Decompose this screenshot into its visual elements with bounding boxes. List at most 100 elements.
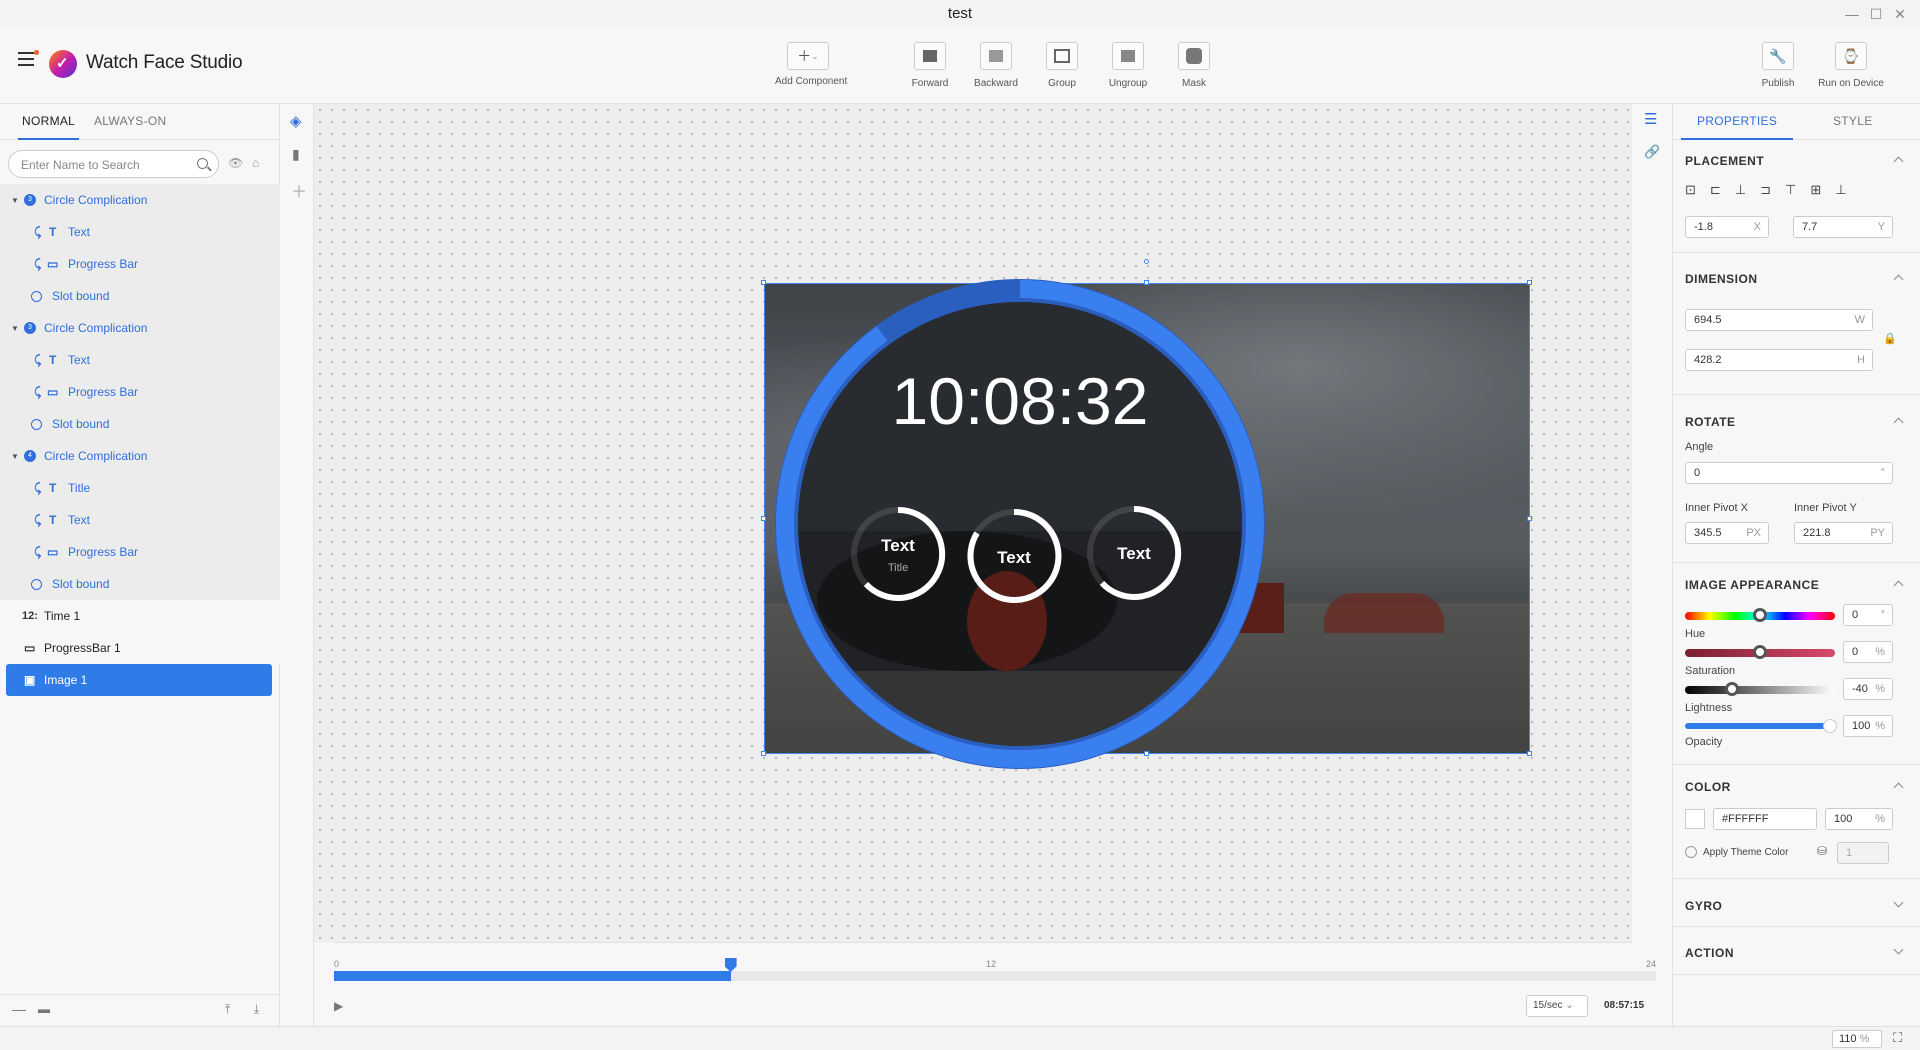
- hue-slider[interactable]: [1685, 608, 1835, 622]
- tab-normal[interactable]: NORMAL: [17, 114, 80, 140]
- chevron-up-icon[interactable]: [1893, 417, 1904, 428]
- minus-icon[interactable]: —: [12, 1001, 26, 1017]
- add-icon[interactable]: ＋: [291, 178, 307, 202]
- fit-screen-icon[interactable]: ⛶: [1893, 1030, 1902, 1046]
- resize-handle[interactable]: [761, 516, 766, 521]
- resize-handle[interactable]: [1527, 516, 1532, 521]
- action-heading[interactable]: ACTION: [1685, 946, 1734, 960]
- chevron-up-icon[interactable]: [1893, 580, 1904, 591]
- move-down-icon[interactable]: ⤓: [254, 1002, 259, 1017]
- layer-circle-complication-2[interactable]: ▼ 3 Circle Complication: [0, 312, 280, 344]
- paint-bucket-icon[interactable]: ⛁: [1817, 844, 1827, 858]
- layer-progress-bar[interactable]: ⤹ ▭ Progress Bar: [0, 536, 280, 568]
- lightness-slider[interactable]: [1685, 682, 1835, 696]
- lightness-input[interactable]: -40%: [1843, 678, 1893, 700]
- collapse-icon[interactable]: ▼: [11, 196, 19, 205]
- layer-search-input[interactable]: Enter Name to Search: [8, 150, 219, 178]
- add-component-button[interactable]: ＋ ⌄ Add Component: [775, 42, 847, 87]
- layers-icon[interactable]: ◈: [290, 112, 302, 130]
- hue-knob[interactable]: [1753, 608, 1767, 622]
- resize-handle[interactable]: [1527, 751, 1532, 756]
- chevron-down-icon[interactable]: [1893, 897, 1904, 908]
- layer-circle-complication-3[interactable]: ▼ 4 Circle Complication: [0, 440, 280, 472]
- layer-image[interactable]: ▣ Image 1: [6, 664, 272, 696]
- opacity-knob[interactable]: [1823, 719, 1837, 733]
- move-up-icon[interactable]: ⤒: [225, 1002, 230, 1017]
- timeline-playhead[interactable]: [724, 958, 737, 972]
- main-toolbar: Watch Face Studio ＋ ⌄ Add Component Forw…: [0, 28, 1920, 104]
- height-input[interactable]: 428.2 H: [1685, 349, 1873, 371]
- layer-progressbar[interactable]: ▭ ProgressBar 1: [0, 632, 280, 664]
- angle-input[interactable]: 0 °: [1685, 462, 1893, 484]
- saturation-input[interactable]: 0%: [1843, 641, 1893, 663]
- layer-slot-bound[interactable]: Slot bound: [0, 408, 280, 440]
- plus-icon: ＋ ⌄: [787, 42, 829, 70]
- color-alpha-input[interactable]: 100%: [1825, 808, 1893, 830]
- opacity-input[interactable]: 100%: [1843, 715, 1893, 737]
- layer-text[interactable]: ⤹ T Text: [0, 216, 280, 248]
- chevron-up-icon[interactable]: [1893, 782, 1904, 793]
- backward-button[interactable]: Backward: [963, 42, 1029, 89]
- opacity-slider[interactable]: [1685, 719, 1837, 733]
- rotate-handle[interactable]: [1144, 259, 1149, 264]
- timeline-track[interactable]: [334, 958, 1656, 981]
- tab-style[interactable]: STYLE: [1833, 114, 1873, 128]
- layer-time[interactable]: 12: Time 1: [0, 600, 280, 632]
- resize-handle[interactable]: [761, 280, 766, 285]
- resize-handle[interactable]: [761, 751, 766, 756]
- layer-progress-bar[interactable]: ⤹ ▭ Progress Bar: [0, 248, 280, 280]
- tab-always-on[interactable]: ALWAYS-ON: [94, 114, 167, 128]
- color-hex-input[interactable]: #FFFFFF: [1713, 808, 1817, 830]
- angle-value: 0: [1694, 467, 1701, 479]
- x-input[interactable]: -1.8 X: [1685, 216, 1769, 238]
- y-input[interactable]: 7.7 Y: [1793, 216, 1893, 238]
- aspect-lock-icon[interactable]: 🔒: [1883, 332, 1897, 345]
- collapse-icon[interactable]: ▼: [11, 324, 19, 333]
- pivot-y-input[interactable]: 221.8 PY: [1794, 522, 1893, 544]
- chevron-up-icon[interactable]: [1893, 156, 1904, 167]
- zoom-input[interactable]: 110 %: [1832, 1030, 1882, 1048]
- gyro-heading[interactable]: GYRO: [1685, 899, 1722, 913]
- eye-icon[interactable]: 👁: [228, 156, 243, 170]
- minimize-icon[interactable]: —: [1840, 0, 1864, 28]
- play-icon[interactable]: ▶: [334, 999, 343, 1013]
- pivot-x-input[interactable]: 345.5 PX: [1685, 522, 1769, 544]
- layer-slot-bound[interactable]: Slot bound: [0, 568, 280, 600]
- lightness-knob[interactable]: [1725, 682, 1739, 696]
- chevron-down-icon[interactable]: [1893, 944, 1904, 955]
- layer-progress-bar[interactable]: ⤹ ▭ Progress Bar: [0, 376, 280, 408]
- menu-icon[interactable]: [18, 52, 34, 66]
- color-swatch[interactable]: [1685, 809, 1705, 829]
- group-button[interactable]: Group: [1029, 42, 1095, 89]
- layer-text[interactable]: ⤹ T Text: [0, 344, 280, 376]
- layer-title[interactable]: ⤹ T Title: [0, 472, 280, 504]
- folder-icon[interactable]: ▬: [38, 1002, 50, 1016]
- resize-handle[interactable]: [1527, 280, 1532, 285]
- fps-select[interactable]: 15/sec ⌄: [1526, 995, 1588, 1017]
- mask-button[interactable]: Mask: [1161, 42, 1227, 89]
- hue-input[interactable]: 0 °: [1843, 604, 1893, 626]
- saturation-knob[interactable]: [1753, 645, 1767, 659]
- tab-properties[interactable]: PROPERTIES: [1680, 114, 1794, 140]
- theme-color-radio[interactable]: [1685, 846, 1697, 858]
- forward-button[interactable]: Forward: [897, 42, 963, 89]
- layer-circle-complication-1[interactable]: ▼ 3 Circle Complication: [0, 184, 280, 216]
- maximize-icon[interactable]: ☐: [1864, 0, 1888, 28]
- width-input[interactable]: 694.5 W: [1685, 309, 1873, 331]
- ungroup-button[interactable]: Ungroup: [1095, 42, 1161, 89]
- layer-slot-bound[interactable]: Slot bound: [0, 280, 280, 312]
- collapse-icon[interactable]: ▼: [11, 452, 19, 461]
- search-icon[interactable]: [197, 158, 208, 169]
- saturation-slider[interactable]: [1685, 645, 1835, 659]
- close-icon[interactable]: ✕: [1888, 0, 1912, 28]
- lock-icon[interactable]: ⌂: [252, 156, 259, 170]
- sliders-icon[interactable]: ☰: [1644, 110, 1657, 128]
- run-on-device-button[interactable]: ⌚ Run on Device: [1818, 42, 1884, 89]
- brush-icon[interactable]: ▮: [292, 146, 300, 163]
- align-buttons[interactable]: ⊡⊏⊥⊐⊤⊞⊥: [1685, 182, 1905, 202]
- link-icon[interactable]: 🔗: [1644, 144, 1660, 160]
- publish-button[interactable]: 🔧 Publish: [1745, 42, 1811, 89]
- layer-text[interactable]: ⤹ T Text: [0, 504, 280, 536]
- design-canvas[interactable]: 10:08:32 Text Title Text Text: [314, 104, 1632, 942]
- chevron-up-icon[interactable]: [1893, 274, 1904, 285]
